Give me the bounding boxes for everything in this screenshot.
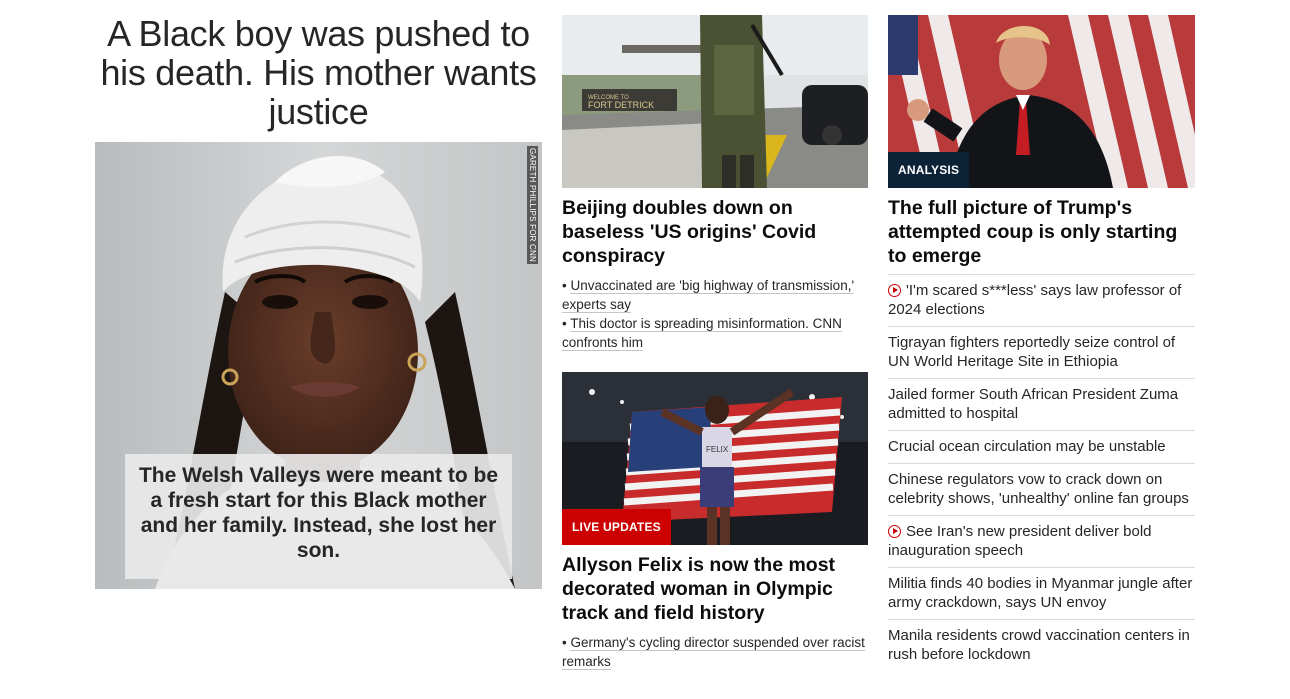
headline-list: 'I'm scared s***less' says law professor… [888, 274, 1195, 671]
live-updates-badge: LIVE UPDATES [562, 509, 671, 545]
lead-headline-link[interactable]: A Black boy was pushed to his death. His… [95, 14, 542, 131]
headline-link[interactable]: Manila residents crowd vaccination cente… [888, 626, 1195, 664]
story-allyson-felix: FELIX LIVE UPDATES Allyson Felix is now … [562, 372, 868, 671]
related-link[interactable]: Unvaccinated are 'big highway of transmi… [562, 278, 855, 313]
play-video-icon [888, 284, 901, 297]
trump-image[interactable]: ANALYSIS [888, 15, 1195, 188]
list-item: Jailed former South African President Zu… [888, 378, 1195, 430]
headline-link[interactable]: Jailed former South African President Zu… [888, 385, 1195, 423]
related-links: • Unvaccinated are 'big highway of trans… [562, 276, 868, 352]
list-item: Tigrayan fighters reportedly seize contr… [888, 326, 1195, 378]
middle-column: WELCOME TO FORT DETRICK Beijing doubles … [562, 15, 868, 671]
list-item: Militia finds 40 bodies in Myanmar jungl… [888, 567, 1195, 619]
list-item: 'I'm scared s***less' says law professor… [888, 274, 1195, 326]
lead-caption: The Welsh Valleys were meant to be a fre… [125, 454, 512, 579]
list-item: Manila residents crowd vaccination cente… [888, 619, 1195, 671]
list-item: See Iran's new president deliver bold in… [888, 515, 1195, 567]
headline-covid-origins[interactable]: Beijing doubles down on baseless 'US ori… [562, 196, 868, 268]
right-column: ANALYSIS The full picture of Trump's att… [888, 15, 1195, 671]
headline-link[interactable]: Tigrayan fighters reportedly seize contr… [888, 333, 1195, 371]
svg-text:FELIX: FELIX [706, 445, 729, 454]
related-link[interactable]: Germany's cycling director suspended ove… [562, 635, 865, 670]
headline-link[interactable]: 'I'm scared s***less' says law professor… [888, 281, 1195, 319]
lead-story: A Black boy was pushed to his death. His… [95, 14, 542, 589]
photo-credit: GARETH PHILLIPS FOR CNN [527, 146, 538, 264]
allyson-felix-image[interactable]: FELIX LIVE UPDATES [562, 372, 868, 545]
headline-text: 'I'm scared s***less' says law professor… [888, 282, 1182, 318]
related-links: • Germany's cycling director suspended o… [562, 633, 868, 671]
play-video-icon [888, 525, 901, 538]
headline-link[interactable]: Militia finds 40 bodies in Myanmar jungl… [888, 574, 1195, 612]
headline-link[interactable]: See Iran's new president deliver bold in… [888, 522, 1195, 560]
analysis-badge: ANALYSIS [888, 152, 970, 188]
headline-allyson-felix[interactable]: Allyson Felix is now the most decorated … [562, 553, 868, 625]
headline-trump-coup[interactable]: The full picture of Trump's attempted co… [888, 196, 1195, 268]
list-item: Chinese regulators vow to crack down on … [888, 463, 1195, 515]
list-item: • Unvaccinated are 'big highway of trans… [562, 278, 855, 313]
lead-story-image[interactable]: GARETH PHILLIPS FOR CNN The Welsh Valley… [95, 142, 542, 589]
fort-detrick-image[interactable]: WELCOME TO FORT DETRICK [562, 15, 868, 188]
headline-link[interactable]: Crucial ocean circulation may be unstabl… [888, 437, 1195, 456]
story-covid-origins: WELCOME TO FORT DETRICK Beijing doubles … [562, 15, 868, 352]
headline-link[interactable]: Chinese regulators vow to crack down on … [888, 470, 1195, 508]
svg-text:FORT DETRICK: FORT DETRICK [588, 100, 654, 110]
headline-text: See Iran's new president deliver bold in… [888, 523, 1152, 559]
list-item: Crucial ocean circulation may be unstabl… [888, 430, 1195, 463]
list-item: • This doctor is spreading misinformatio… [562, 316, 842, 351]
story-trump-coup: ANALYSIS The full picture of Trump's att… [888, 15, 1195, 268]
list-item: • Germany's cycling director suspended o… [562, 635, 865, 670]
related-link[interactable]: This doctor is spreading misinformation.… [562, 316, 842, 351]
fort-detrick-photo: WELCOME TO FORT DETRICK [562, 15, 868, 188]
